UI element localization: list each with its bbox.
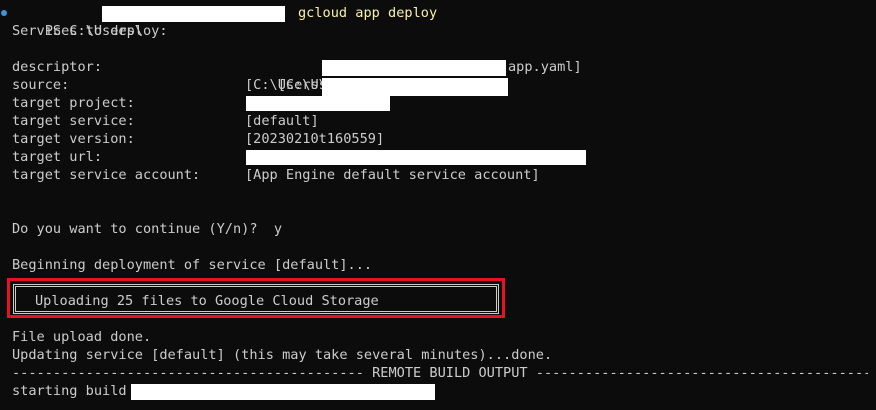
command-text: gcloud app deploy <box>298 5 438 21</box>
field-label-target-url: target url: <box>12 149 103 165</box>
field-label-descriptor: descriptor: <box>12 59 103 75</box>
field-label-target-service: target service: <box>12 113 135 129</box>
prompt-indicator-icon <box>1 10 7 16</box>
redacted-username <box>102 6 285 22</box>
field-value-target-service: [default] <box>245 113 319 129</box>
field-value-descriptor-suffix: app.yaml] <box>508 59 582 75</box>
field-label-target-version: target version: <box>12 131 135 147</box>
redacted-source-path <box>322 78 508 96</box>
beginning-deployment: Beginning deployment of service [default… <box>12 257 373 273</box>
upload-progress-text: Uploading 25 files to Google Cloud Stora… <box>35 293 379 309</box>
remote-build-output-rule: ----------------------------------------… <box>12 365 868 381</box>
redacted-descriptor-path <box>322 60 506 76</box>
file-upload-done: File upload done. <box>12 329 152 345</box>
redacted-target-project <box>246 96 390 111</box>
updating-service: Updating service [default] (this may tak… <box>12 347 553 363</box>
field-label-source: source: <box>12 77 70 93</box>
services-header: Services to deploy: <box>12 23 168 39</box>
field-label-target-project: target project: <box>12 95 135 111</box>
field-value-service-account: [App Engine default service account] <box>245 167 540 183</box>
redacted-target-url <box>246 150 586 165</box>
field-value-source: [C:\Users\ <box>245 77 327 93</box>
continue-prompt: Do you want to continue (Y/n)? y <box>12 221 283 237</box>
redacted-build-id <box>131 384 435 400</box>
field-label-service-account: target service account: <box>12 167 201 183</box>
starting-build: starting build <box>12 383 135 399</box>
field-value-target-version: [20230210t160559] <box>245 131 385 147</box>
